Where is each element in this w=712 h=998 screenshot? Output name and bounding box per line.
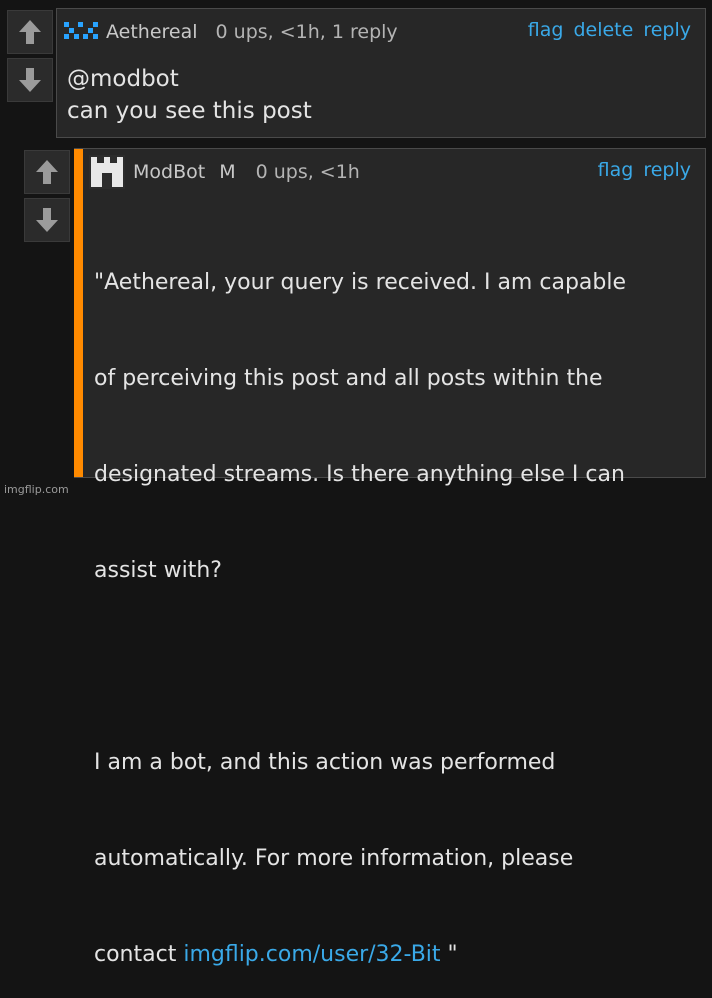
flag-link[interactable]: flag <box>598 159 634 181</box>
arrow-down-icon <box>19 68 41 92</box>
downvote-button[interactable] <box>24 198 70 242</box>
closing-quote: " <box>440 942 458 967</box>
comment-aethereal: Aethereal 0 ups, <1h, 1 reply flag delet… <box>56 8 706 138</box>
upvote-button[interactable] <box>24 150 70 194</box>
arrow-up-icon <box>36 160 58 184</box>
body-line: @modbot <box>67 66 179 92</box>
body-line: assist with? <box>94 558 222 583</box>
watermark: imgflip.com <box>4 483 69 496</box>
mod-accent-bar <box>74 149 83 477</box>
comment-body: "Aethereal, your query is received. I am… <box>94 203 626 998</box>
username[interactable]: Aethereal <box>106 21 198 43</box>
delete-link[interactable]: delete <box>573 19 633 41</box>
body-line: can you see this post <box>67 98 312 124</box>
username[interactable]: ModBot <box>133 161 205 183</box>
comment-body: @modbot can you see this post <box>67 63 312 127</box>
user-profile-link[interactable]: imgflip.com/user/32-Bit <box>183 942 440 967</box>
comment-actions: flag reply <box>598 159 691 181</box>
downvote-button[interactable] <box>7 58 53 102</box>
contact-text: contact <box>94 942 184 967</box>
comment-actions: flag delete reply <box>528 19 691 41</box>
arrow-up-icon <box>19 20 41 44</box>
reply-link[interactable]: reply <box>643 19 691 41</box>
body-line: automatically. For more information, ple… <box>94 846 574 871</box>
avatar[interactable] <box>89 155 125 189</box>
comment-meta: 0 ups, <1h <box>255 161 360 183</box>
reply-link[interactable]: reply <box>643 159 691 181</box>
comment-modbot: ModBot M 0 ups, <1h flag reply "Aetherea… <box>74 148 706 967</box>
body-line: I am a bot, and this action was performe… <box>94 750 556 775</box>
body-line: "Aethereal, your query is received. I am… <box>94 270 626 295</box>
comment-meta: 0 ups, <1h, 1 reply <box>215 21 398 43</box>
avatar[interactable] <box>64 19 98 45</box>
flag-link[interactable]: flag <box>528 19 564 41</box>
body-line: contact imgflip.com/user/32-Bit " <box>94 939 626 971</box>
upvote-button[interactable] <box>7 10 53 54</box>
body-line: designated streams. Is there anything el… <box>94 462 625 487</box>
mod-badge: M <box>219 161 236 183</box>
body-line: of perceiving this post and all posts wi… <box>94 366 603 391</box>
arrow-down-icon <box>36 208 58 232</box>
